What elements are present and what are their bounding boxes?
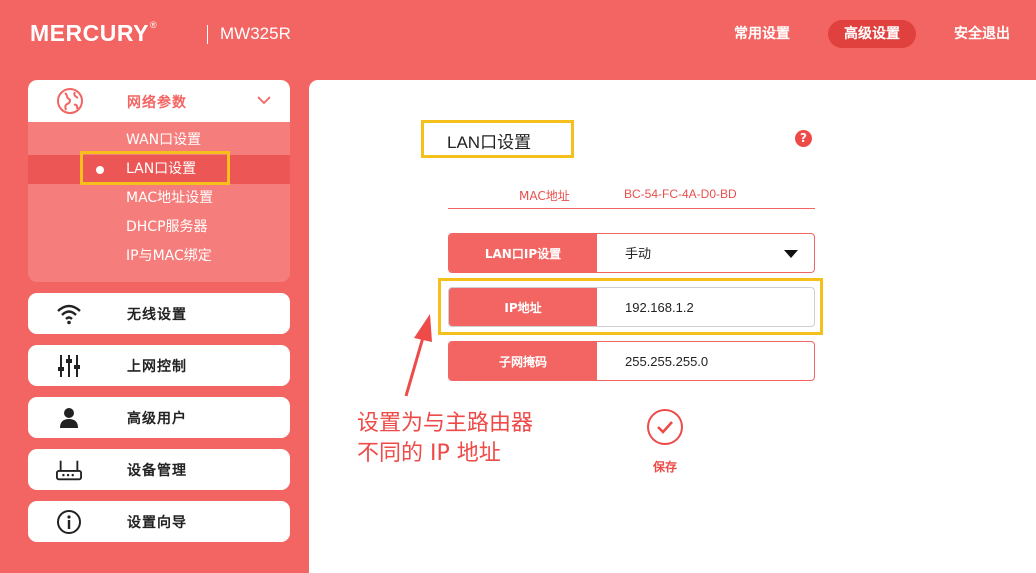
router-icon <box>56 457 82 483</box>
lan-ip-mode-label: LAN口IP设置 <box>449 234 597 272</box>
sidebar-item-wireless[interactable]: 无线设置 <box>28 293 290 334</box>
title-highlight <box>421 120 574 158</box>
subnet-mask-input[interactable]: 255.255.255.0 <box>625 342 708 380</box>
annotation-arrow-icon <box>404 314 432 397</box>
annotation-text: 设置为与主路由器 不同的 IP 地址 <box>357 411 534 466</box>
dropdown-arrow-icon[interactable] <box>784 250 798 258</box>
top-header: MERCURY® MW325R 常用设置 高级设置 安全退出 <box>0 0 1036 70</box>
globe-icon <box>56 87 84 119</box>
lan-ip-mode-value: 手动 <box>625 246 652 261</box>
sidebar-item-device-management[interactable]: 设备管理 <box>28 449 290 490</box>
nav-advanced-settings[interactable]: 高级设置 <box>828 20 916 48</box>
brand-logo: MERCURY® <box>30 20 158 46</box>
sidebar-item-mac[interactable]: MAC地址设置 <box>28 184 290 213</box>
chevron-down-icon[interactable] <box>256 92 272 112</box>
sidebar-item-access-control[interactable]: 上网控制 <box>28 345 290 386</box>
sidebar-item-advanced-user[interactable]: 高级用户 <box>28 397 290 438</box>
sidebar-item-ip-mac-bind[interactable]: IP与MAC绑定 <box>28 242 290 271</box>
save-button[interactable] <box>647 409 683 445</box>
sidebar-item-network[interactable]: 网络参数 <box>28 80 290 122</box>
nav-common-settings[interactable]: 常用设置 <box>728 20 796 48</box>
model-name: MW325R <box>220 24 291 43</box>
lan-ip-mode-select[interactable]: LAN口IP设置 手动 <box>448 233 815 273</box>
mac-address-label: MAC地址 <box>519 189 570 203</box>
logo-divider <box>207 25 208 44</box>
sidebar-item-setup-wizard[interactable]: 设置向导 <box>28 501 290 542</box>
mac-address-value: BC-54-FC-4A-D0-BD <box>624 187 737 201</box>
info-icon <box>56 509 82 535</box>
subnet-mask-field[interactable]: 子网掩码 255.255.255.0 <box>448 341 815 381</box>
lan-menu-highlight <box>80 151 230 185</box>
divider <box>448 208 815 209</box>
save-label[interactable]: 保存 <box>653 458 677 475</box>
sidebar-item-dhcp[interactable]: DHCP服务器 <box>28 213 290 242</box>
subnet-mask-label: 子网掩码 <box>449 342 597 380</box>
sliders-icon <box>56 353 82 379</box>
check-icon <box>657 421 673 434</box>
wifi-icon <box>56 301 82 327</box>
sidebar-item-network-label: 网络参数 <box>127 95 187 111</box>
nav-logout[interactable]: 安全退出 <box>948 20 1016 48</box>
user-icon <box>56 405 82 431</box>
help-icon[interactable]: ? <box>795 130 812 147</box>
ip-field-highlight <box>438 278 823 335</box>
